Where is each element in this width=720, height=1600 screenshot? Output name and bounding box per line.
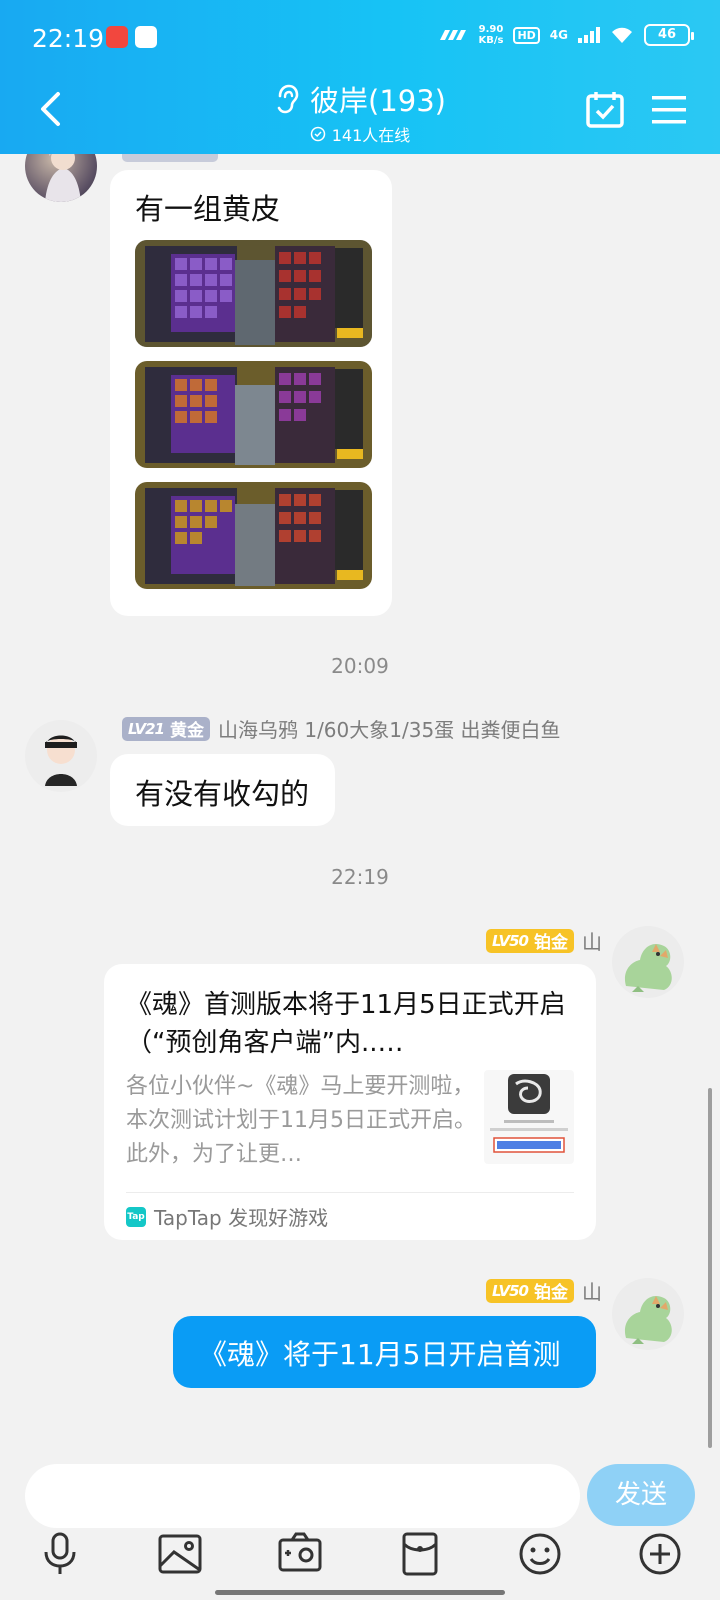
avatar[interactable] <box>25 154 97 202</box>
sender-info: LV21 黄金 山海乌鸦 1/60大象1/35蛋 出粪便白鱼 <box>122 714 561 743</box>
link-card-thumbnail <box>484 1070 574 1164</box>
link-card-source-text: TapTap 发现好游戏 <box>154 1206 329 1230</box>
avatar-image <box>45 154 81 202</box>
chat-scrollbar[interactable] <box>708 1088 712 1448</box>
wifi-icon <box>612 27 632 43</box>
image-icon[interactable] <box>156 1530 204 1578</box>
chat-area[interactable]: 有一组黄皮 20:09 LV21 黄金 山海乌鸦 1/60大象1/35蛋 出粪便… <box>0 154 720 1450</box>
battery-icon: 46 <box>644 24 694 46</box>
timestamp: 22:19 <box>331 865 389 889</box>
message-text: 有没有收勾的 <box>135 777 310 811</box>
menu-icon[interactable] <box>650 92 688 128</box>
message-text: 有一组黄皮 <box>135 192 281 226</box>
link-card-divider <box>126 1192 574 1193</box>
send-button[interactable]: 发送 <box>587 1464 695 1526</box>
top-bar: 22:19 9.90 KB/s HD 4G 46 彼岸(193) 141人在线 <box>0 0 720 154</box>
avatar[interactable] <box>612 1278 684 1350</box>
carrier-icon <box>440 30 467 40</box>
group-name: 彼岸(193) <box>310 84 446 118</box>
ear-icon <box>277 84 299 114</box>
emoji-icon[interactable] <box>516 1530 564 1578</box>
avatar-image <box>45 735 77 786</box>
red-packet-icon[interactable] <box>396 1530 444 1578</box>
link-card-title: 《魂》首测版本将于11月5日正式开启（“预创角客户端”内..… <box>126 990 566 1058</box>
calendar-check-icon[interactable] <box>585 90 625 130</box>
avatar-image <box>624 943 672 992</box>
level-badge: LV50 铂金 <box>486 1278 574 1303</box>
online-label: 141人在线 <box>331 126 411 145</box>
sender-nickname: 山海乌鸦 1/60大象1/35蛋 出粪便白鱼 <box>217 718 561 742</box>
message-input[interactable] <box>25 1464 580 1528</box>
partial-nickname-line <box>122 154 218 162</box>
group-title[interactable]: 彼岸(193) <box>274 78 446 120</box>
online-count: 141人在线 <box>310 122 411 146</box>
avatar-image <box>624 1295 672 1344</box>
status-time: 22:19 <box>32 24 105 53</box>
input-bar: 发送 <box>0 1450 720 1530</box>
link-card[interactable]: 《魂》首测版本将于11月5日正式开启（“预创角客户端”内..… 各位小伙伴~《魂… <box>104 964 596 1240</box>
avatar[interactable] <box>612 926 684 998</box>
link-card-description: 各位小伙伴~《魂》马上要开测啦，本次测试计划于11月5日正式开启。此外，为了让更… <box>126 1074 476 1167</box>
sender-info: LV50 铂金 山 <box>486 1276 602 1305</box>
plus-icon[interactable] <box>636 1530 684 1578</box>
hd-icon: HD <box>513 26 540 44</box>
network-speed: 9.90 KB/s <box>478 24 504 46</box>
status-icons: 9.90 KB/s HD 4G 46 <box>438 24 694 46</box>
sender-nickname: 山 <box>582 1280 602 1304</box>
game-screenshot-3[interactable] <box>135 482 372 589</box>
message-bubble-outgoing[interactable]: 《魂》将于11月5日开启首测 <box>173 1316 596 1388</box>
app-notification-icon-2 <box>135 26 157 48</box>
avatar[interactable] <box>25 720 97 792</box>
sender-info: LV50 铂金 山 <box>486 926 602 955</box>
signal-icon <box>578 27 600 43</box>
link-card-source: Tap TapTap 发现好游戏 <box>126 1202 328 1231</box>
level-badge: LV21 黄金 <box>122 716 210 741</box>
level-badge <box>122 154 218 162</box>
camera-icon[interactable] <box>276 1530 324 1578</box>
sender-nickname: 山 <box>582 930 602 954</box>
microphone-icon[interactable] <box>36 1530 84 1578</box>
message-bubble[interactable]: 有一组黄皮 <box>110 170 392 616</box>
network-type: 4G <box>549 28 568 42</box>
game-screenshot-2[interactable] <box>135 361 372 468</box>
timestamp: 20:09 <box>331 654 389 678</box>
app-notification-icon <box>106 26 128 48</box>
game-screenshot-1[interactable] <box>135 240 372 347</box>
online-check-icon <box>310 126 325 142</box>
message-bubble[interactable]: 有没有收勾的 <box>110 754 335 826</box>
taptap-logo-icon: Tap <box>126 1206 146 1227</box>
level-badge: LV50 铂金 <box>486 928 574 953</box>
message-text: 《魂》将于11月5日开启首测 <box>199 1338 561 1371</box>
home-indicator[interactable] <box>215 1590 505 1595</box>
